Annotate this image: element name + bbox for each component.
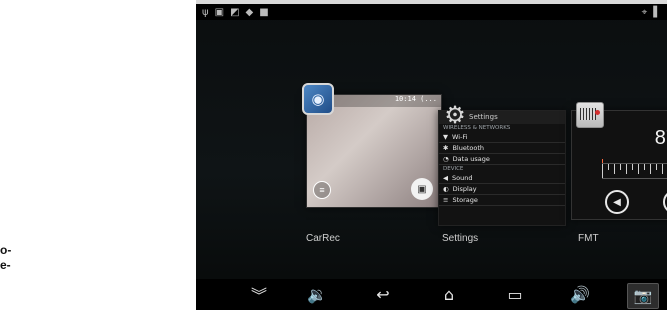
carrec-menu-button[interactable]: ≡ <box>313 181 331 199</box>
settings-row-wifi[interactable]: ▼ Wi-Fi <box>439 132 565 143</box>
volume-up-icon[interactable]: 🔊 <box>566 284 594 304</box>
location-icon: ⌖ <box>641 6 648 18</box>
settings-row-display-label: Display <box>452 185 477 193</box>
settings-row-data-usage-label: Data usage <box>452 155 490 163</box>
left-fragment-1: o- <box>0 243 12 257</box>
settings-section-device: DEVICE <box>443 166 464 172</box>
screenshot-camera-icon[interactable]: 📷 <box>627 283 659 309</box>
navigation-bar: ︾ 🔉 ↩ ⌂ ▭ 🔊 📷 <box>196 279 667 310</box>
bluetooth-icon: ✱ <box>443 144 449 152</box>
wifi-icon: ▼ <box>443 133 448 141</box>
signal-icon: ▌ <box>653 6 661 18</box>
left-fragment-2: e- <box>0 258 11 272</box>
settings-row-sound-label: Sound <box>452 174 473 182</box>
collapse-chevron-icon[interactable]: ︾ <box>245 284 273 305</box>
storage-row-icon: ≡ <box>443 196 449 204</box>
fmt-prev-button[interactable]: ◀ <box>605 190 629 214</box>
home-icon[interactable]: ⌂ <box>435 284 463 304</box>
recent-apps-area: 10:14 (... ≡ ▣ ◉ CarRec Settings WIRELES… <box>196 20 667 279</box>
fmt-next-button[interactable]: ▶ <box>663 190 667 214</box>
data-usage-icon: ◔ <box>443 155 449 163</box>
settings-row-sound[interactable]: ◀ Sound <box>439 173 565 184</box>
display-icon: ◐ <box>443 185 449 193</box>
sound-icon: ◀ <box>443 174 448 182</box>
settings-label[interactable]: Settings <box>442 233 478 244</box>
carrec-app-icon[interactable]: ◉ <box>302 83 334 115</box>
storage-icon: ■ <box>259 6 269 18</box>
settings-row-bluetooth[interactable]: ✱ Bluetooth <box>439 143 565 154</box>
fmt-frequency: 87 <box>654 127 667 149</box>
settings-row-storage[interactable]: ≡ Storage <box>439 195 565 206</box>
settings-row-bluetooth-label: Bluetooth <box>452 144 485 152</box>
sd-card-icon: ▣ <box>214 6 225 18</box>
back-icon[interactable]: ↩ <box>369 284 397 304</box>
carrec-label[interactable]: CarRec <box>306 233 340 244</box>
fmt-label[interactable]: FMT <box>578 233 599 244</box>
fmt-scale <box>602 163 667 179</box>
carrec-camera-button[interactable]: ▣ <box>411 178 433 200</box>
screenshot-thumb-icon: ◩ <box>230 6 240 18</box>
volume-down-icon[interactable]: 🔉 <box>303 284 331 304</box>
settings-row-display[interactable]: ◐ Display <box>439 184 565 195</box>
status-bar: ψ ▣ ◩ ◆ ■ ⌖ ▌ <box>196 4 667 20</box>
recent-apps-icon[interactable]: ▭ <box>501 284 529 304</box>
status-right: ⌖ ▌ <box>642 7 661 18</box>
left-whitespace: o- e- <box>0 0 200 310</box>
settings-row-wifi-label: Wi-Fi <box>452 133 468 141</box>
settings-app-icon[interactable]: ⚙ <box>442 102 468 129</box>
settings-row-data-usage[interactable]: ◔ Data usage <box>439 154 565 165</box>
android-icon: ◆ <box>245 6 254 18</box>
android-screen: ψ ▣ ◩ ◆ ■ ⌖ ▌ 10:14 (... ≡ ▣ ◉ CarRec Se… <box>196 4 667 310</box>
fmt-radio-icon[interactable] <box>576 102 604 128</box>
usb-icon: ψ <box>202 6 209 18</box>
settings-row-storage-label: Storage <box>452 196 478 204</box>
